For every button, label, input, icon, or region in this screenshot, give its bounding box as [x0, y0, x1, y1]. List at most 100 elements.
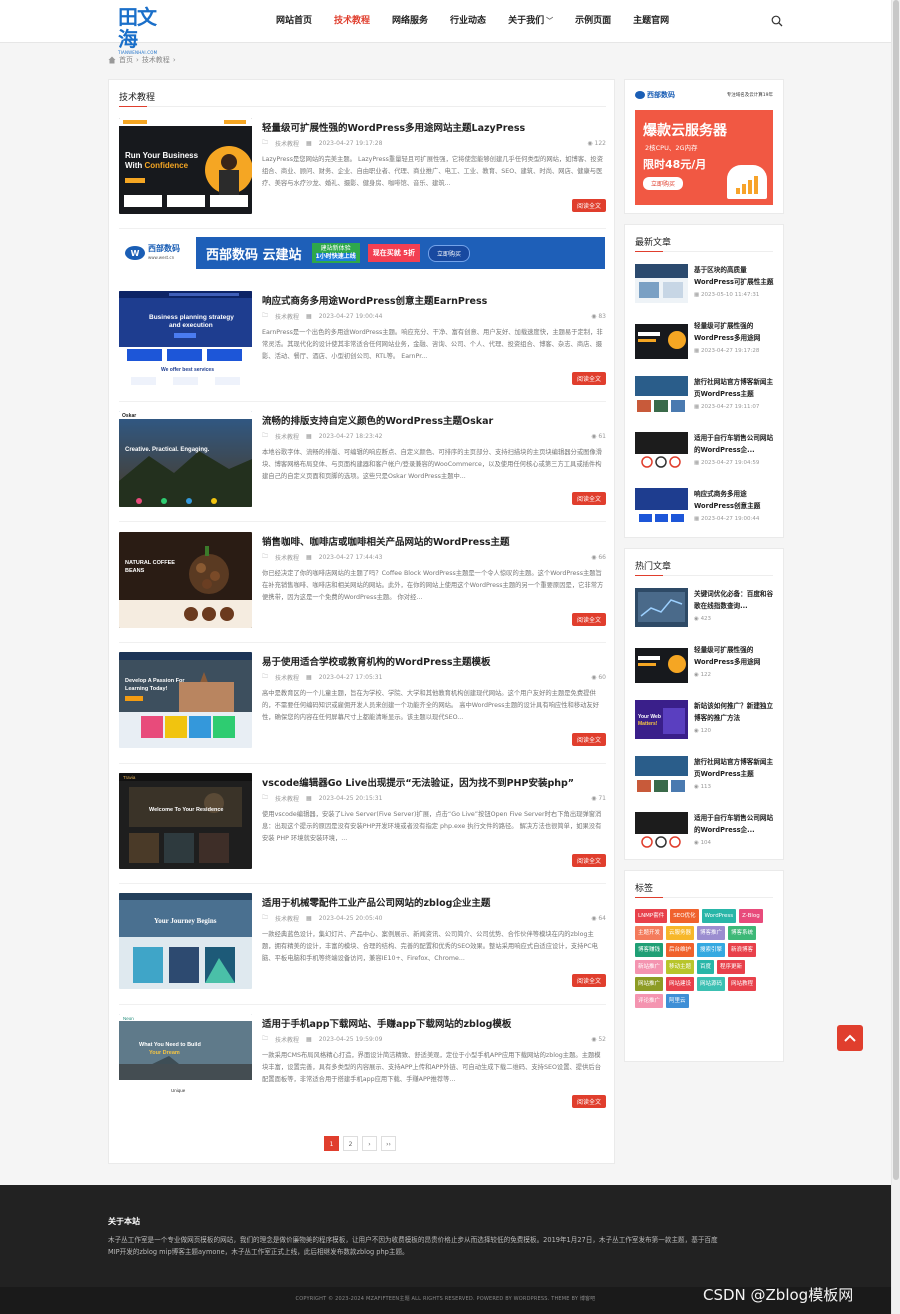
back-to-top-button[interactable]	[837, 1025, 863, 1051]
post-thumbnail[interactable]	[635, 320, 688, 359]
post-thumbnail[interactable]	[635, 376, 688, 415]
post-title[interactable]: 适用于自行车销售公司网站的WordPress企...	[694, 812, 774, 836]
tag[interactable]: 网站源码	[697, 977, 726, 991]
tag[interactable]: 博客赚钱	[635, 943, 664, 957]
page-2[interactable]: 2	[343, 1136, 358, 1151]
read-more-button[interactable]: 阅读全文	[571, 613, 606, 626]
post-thumbnail[interactable]	[635, 488, 688, 527]
latest-post-item[interactable]: 基于区块的高质量WordPress可扩展性主题C... ▦ 2023-05-10…	[635, 262, 774, 306]
ad-banner[interactable]: W 西部数码 www.west.cn 西部数码 云建站 建站新体验 1小时快速上线 …	[119, 237, 605, 269]
latest-post-item[interactable]: 响应式商务多用途WordPress创意主题EarnP... ▦ 2023-04-…	[635, 486, 773, 530]
post-title[interactable]: 轻量级可扩展性强的WordPress多用途网站...	[694, 644, 774, 668]
latest-post-item[interactable]: 旅行社网站官方博客新闻主页WordPress主题 ▦ 2023-04-27 19…	[635, 374, 773, 418]
post-thumbnail[interactable]	[635, 264, 688, 303]
tag[interactable]: 后台维护	[666, 943, 695, 957]
nav-item-home[interactable]: 网站首页	[265, 0, 323, 43]
tag[interactable]: 主题开发	[635, 926, 664, 940]
post-title[interactable]: 流畅的排版支持自定义颜色的WordPress主题Oskar	[262, 413, 606, 427]
post-title[interactable]: 销售咖啡、咖啡店或咖啡相关产品网站的WordPress主题	[262, 534, 606, 548]
hot-post-item[interactable]: 轻量级可扩展性强的WordPress多用途网站... ◉ 122	[635, 642, 773, 686]
scrollbar-thumb[interactable]	[893, 0, 899, 1180]
post-thumbnail[interactable]: NATURAL COFFEE BEANS	[119, 532, 252, 628]
post-thumbnail[interactable]: Business planning strategy and execution W…	[119, 291, 252, 387]
post-title[interactable]: 旅行社网站官方博客新闻主页WordPress主题	[694, 756, 774, 780]
tag[interactable]: 新站推广	[635, 960, 664, 974]
tag[interactable]: 网站建设	[666, 977, 695, 991]
tag[interactable]: 阿里云	[666, 994, 689, 1008]
read-more-button[interactable]: 阅读全文	[571, 1095, 606, 1108]
search-icon[interactable]	[771, 15, 783, 27]
post-thumbnail[interactable]: Run Your Business With Confidence	[119, 118, 252, 214]
last-page[interactable]: ››	[381, 1136, 396, 1151]
tag[interactable]: 百度	[697, 960, 715, 974]
post-category[interactable]: 技术教程	[275, 673, 299, 682]
nav-item-about[interactable]: 关于我们 ﹀	[497, 0, 564, 43]
post-thumbnail[interactable]	[635, 756, 688, 795]
post-category[interactable]: 技术教程	[275, 312, 299, 321]
next-page[interactable]: ›	[362, 1136, 377, 1151]
ad-buy-button[interactable]: 立即购买	[428, 244, 471, 262]
tag[interactable]: 移动主题	[666, 960, 695, 974]
post-category[interactable]: 技术教程	[275, 139, 299, 148]
sidebar-ad[interactable]: 西部数码 专注域名及云计算19年 爆款云服务器 2核CPU、2G内存 限时48元…	[624, 79, 784, 214]
hot-post-item[interactable]: 适用于自行车销售公司网站的WordPress企... ◉ 104	[635, 810, 773, 854]
latest-post-item[interactable]: 轻量级可扩展性强的WordPress多用途网站... ▦ 2023-04-27 …	[635, 318, 773, 362]
tag[interactable]: 新浪博客	[728, 943, 757, 957]
post-category[interactable]: 技术教程	[275, 432, 299, 441]
site-logo[interactable]: 田文海 TIANWENHAI.COM	[118, 6, 174, 55]
tag[interactable]: WordPress	[701, 909, 737, 923]
tag[interactable]: Z-Blog	[739, 909, 763, 923]
post-thumbnail[interactable]: Travia Welcome To Your Residence	[119, 773, 252, 869]
post-thumbnail[interactable]: Your Web Matters!	[635, 700, 688, 739]
read-more-button[interactable]: 阅读全文	[571, 199, 606, 212]
tag[interactable]: 网站推广	[635, 977, 664, 991]
post-title[interactable]: 关键词优化必备：百度和谷歌在线指数查询...	[694, 588, 774, 612]
breadcrumb-home[interactable]: 首页	[119, 55, 133, 65]
tag[interactable]: LNMP套件	[635, 909, 668, 923]
latest-post-item[interactable]: 适用于自行车销售公司网站的WordPress企... ▦ 2023-04-27 …	[635, 430, 773, 474]
read-more-button[interactable]: 阅读全文	[571, 492, 606, 505]
tag[interactable]: 博客系统	[728, 926, 757, 940]
nav-item-news[interactable]: 行业动态	[439, 0, 497, 43]
post-category[interactable]: 技术教程	[275, 1035, 299, 1044]
hot-post-item[interactable]: Your Web Matters! 新站该如何推广？新建独立博客的推广方法 ◉ 1…	[635, 698, 773, 742]
hot-post-item[interactable]: 关键词优化必备：百度和谷歌在线指数查询... ◉ 423	[635, 586, 773, 630]
page-scrollbar[interactable]	[891, 0, 900, 1314]
tag[interactable]: 评论推广	[635, 994, 664, 1008]
post-thumbnail[interactable]: Oskar Creative. Practical. Engaging.	[119, 411, 252, 507]
tag[interactable]: 搜索引擎	[697, 943, 726, 957]
post-thumbnail[interactable]	[635, 644, 688, 683]
post-thumbnail[interactable]	[635, 432, 688, 471]
tag[interactable]: 博客推广	[697, 926, 726, 940]
post-title[interactable]: 响应式商务多用途WordPress创意主题EarnPress	[262, 293, 606, 307]
post-thumbnail[interactable]: Your Journey Begins	[119, 893, 252, 989]
nav-item-sample[interactable]: 示例页面	[564, 0, 622, 43]
post-title[interactable]: 适用于手机app下载网站、手赚app下载网站的zblog模板	[262, 1016, 606, 1030]
read-more-button[interactable]: 阅读全文	[571, 733, 606, 746]
post-title[interactable]: 基于区块的高质量WordPress可扩展性主题C...	[694, 264, 774, 288]
post-category[interactable]: 技术教程	[275, 553, 299, 562]
post-category[interactable]: 技术教程	[275, 914, 299, 923]
tag[interactable]: 云服务器	[666, 926, 695, 940]
read-more-button[interactable]: 阅读全文	[571, 372, 606, 385]
post-title[interactable]: 适用于自行车销售公司网站的WordPress企...	[694, 432, 774, 456]
post-title[interactable]: 适用于机械零配件工业产品公司网站的zblog企业主题	[262, 895, 606, 909]
post-thumbnail[interactable]	[635, 812, 688, 851]
post-title[interactable]: 易于使用适合学校或教育机构的WordPress主题模板	[262, 654, 606, 668]
nav-item-theme-site[interactable]: 主题官网	[622, 0, 680, 43]
page-1[interactable]: 1	[324, 1136, 339, 1151]
post-title[interactable]: 新站该如何推广？新建独立博客的推广方法	[694, 700, 774, 724]
post-thumbnail[interactable]: Develop A Passion For Learning Today!	[119, 652, 252, 748]
ad-buy-button[interactable]: 立即购买	[643, 177, 684, 190]
breadcrumb-current[interactable]: 技术教程	[142, 55, 170, 65]
post-title[interactable]: 响应式商务多用途WordPress创意主题EarnP...	[694, 488, 774, 512]
tag[interactable]: 程序更新	[717, 960, 746, 974]
post-title[interactable]: 轻量级可扩展性强的WordPress多用途网站...	[694, 320, 774, 344]
read-more-button[interactable]: 阅读全文	[571, 854, 606, 867]
tag[interactable]: SEO优化	[670, 909, 699, 923]
post-category[interactable]: 技术教程	[275, 794, 299, 803]
post-title[interactable]: 旅行社网站官方博客新闻主页WordPress主题	[694, 376, 774, 400]
hot-post-item[interactable]: 旅行社网站官方博客新闻主页WordPress主题 ◉ 113	[635, 754, 773, 798]
nav-item-services[interactable]: 网络服务	[381, 0, 439, 43]
post-thumbnail[interactable]: Neon What You Need to Build Your Dream Uniq…	[119, 1014, 252, 1110]
